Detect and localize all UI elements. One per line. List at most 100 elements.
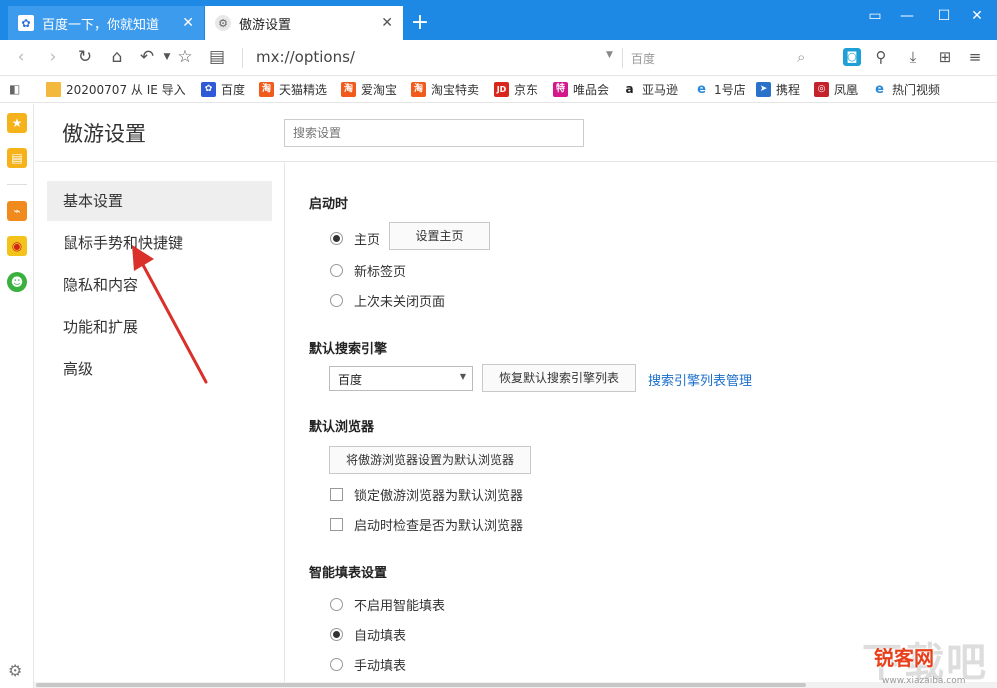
page-title: 傲游设置 xyxy=(62,122,146,146)
option-label: 主页 xyxy=(354,233,381,248)
translate-icon[interactable]: ⚲ xyxy=(870,46,892,68)
bookmark-item[interactable]: 20200707 从 IE 导入 xyxy=(46,81,186,98)
new-tab-button[interactable]: + xyxy=(410,9,430,37)
watermark: 下载吧 锐客网 www.xiazaiba.com xyxy=(862,630,992,688)
extensions-icon[interactable]: ⊞ xyxy=(934,46,956,68)
bookmark-item[interactable]: e 1号店 xyxy=(694,81,746,98)
vip-icon: 特 xyxy=(553,82,568,97)
notes-icon[interactable]: ▤ xyxy=(7,148,27,168)
bookmark-item[interactable]: JD 京东 xyxy=(494,81,538,98)
default-browser-section-title: 默认浏览器 xyxy=(309,420,375,435)
option-label: 新标签页 xyxy=(354,265,407,280)
watermark-badge: 锐客网 xyxy=(874,646,934,670)
bookmark-item[interactable]: e 热门视频 xyxy=(872,81,940,98)
bookmark-item[interactable]: 特 唯品会 xyxy=(553,81,609,98)
amazon-icon: a xyxy=(622,82,637,97)
autofill-option-disabled[interactable]: 不启用智能填表 xyxy=(330,595,445,614)
bookmark-item[interactable]: ◎ 凤凰 xyxy=(814,81,858,98)
divider xyxy=(622,48,623,68)
restore-search-engines-button[interactable]: 恢复默认搜索引擎列表 xyxy=(482,364,636,392)
bookmark-item[interactable]: a 亚马逊 xyxy=(622,81,678,98)
home-button[interactable]: ⌂ xyxy=(106,46,128,68)
bookmark-label: 20200707 从 IE 导入 xyxy=(66,83,186,97)
rss-icon[interactable]: ⌁ xyxy=(7,201,27,221)
bookmark-item[interactable]: 淘 淘宝特卖 xyxy=(411,81,479,98)
option-label: 手动填表 xyxy=(354,659,407,674)
sidebar-toggle-icon[interactable]: ◧ xyxy=(9,82,20,96)
bookmark-label: 凤凰 xyxy=(834,83,859,97)
url-input[interactable]: mx://options/ xyxy=(256,48,355,66)
close-icon[interactable]: ✕ xyxy=(381,15,393,31)
autofill-option-auto[interactable]: 自动填表 xyxy=(330,625,406,644)
bookmark-label: 淘宝特卖 xyxy=(431,83,480,97)
chat-icon[interactable]: ☻ xyxy=(7,272,27,292)
tab-list-icon[interactable]: ▭ xyxy=(864,8,886,24)
lock-default-browser-option[interactable]: 锁定傲游浏览器为默认浏览器 xyxy=(330,485,523,504)
bookmark-item[interactable]: 淘 爱淘宝 xyxy=(341,81,397,98)
url-dropdown-icon[interactable]: ▼ xyxy=(606,50,613,60)
forward-button[interactable]: › xyxy=(42,46,64,68)
close-icon[interactable]: ✕ xyxy=(182,15,194,31)
tab-bar: ✿ 百度一下，你就知道 ✕ ⚙ 傲游设置 ✕ + ▭ — ☐ ✕ xyxy=(0,0,997,40)
weibo-icon[interactable]: ◉ xyxy=(7,236,27,256)
startup-option-last-session[interactable]: 上次未关闭页面 xyxy=(330,291,445,310)
set-home-button[interactable]: 设置主页 xyxy=(389,222,490,250)
menu-icon[interactable]: ≡ xyxy=(964,46,986,68)
option-label: 上次未关闭页面 xyxy=(354,295,446,310)
check-default-browser-option[interactable]: 启动时检查是否为默认浏览器 xyxy=(330,515,523,534)
checkbox[interactable] xyxy=(330,518,343,531)
bookmark-label: 京东 xyxy=(514,83,539,97)
search-engine-select[interactable]: 百度 ▼ xyxy=(329,366,473,391)
radio-button[interactable] xyxy=(330,264,343,277)
search-input[interactable]: 百度 xyxy=(631,50,655,67)
divider xyxy=(35,161,997,162)
option-label: 自动填表 xyxy=(354,629,407,644)
maximize-button[interactable]: ☐ xyxy=(933,8,955,24)
radio-button[interactable] xyxy=(330,658,343,671)
back-button[interactable]: ‹ xyxy=(10,46,32,68)
radio-button[interactable] xyxy=(330,628,343,641)
close-window-button[interactable]: ✕ xyxy=(966,8,988,24)
minimize-button[interactable]: — xyxy=(896,8,918,24)
tab-baidu[interactable]: ✿ 百度一下，你就知道 ✕ xyxy=(8,6,204,40)
favorites-star-icon[interactable]: ★ xyxy=(7,113,27,133)
baidu-paw-icon: ✿ xyxy=(18,15,34,31)
qr-icon[interactable]: ◙ xyxy=(843,48,861,66)
ie-icon: e xyxy=(694,82,709,97)
autofill-option-manual[interactable]: 手动填表 xyxy=(330,655,406,674)
scrollbar-thumb[interactable] xyxy=(36,683,806,687)
divider xyxy=(242,48,243,68)
ie-icon: e xyxy=(872,82,887,97)
set-default-browser-button[interactable]: 将傲游浏览器设置为默认浏览器 xyxy=(329,446,531,474)
startup-option-home[interactable]: 主页 xyxy=(330,229,380,248)
taobao-icon: 淘 xyxy=(341,82,356,97)
search-icon[interactable]: ⌕ xyxy=(797,48,805,66)
reader-mode-icon[interactable]: ▤ xyxy=(206,46,228,68)
bookmark-item[interactable]: ✿ 百度 xyxy=(201,81,245,98)
settings-search-input[interactable] xyxy=(284,119,584,147)
manage-search-engines-link[interactable]: 搜索引擎列表管理 xyxy=(648,370,752,389)
favorite-star-icon[interactable]: ☆ xyxy=(174,46,196,68)
settings-gear-icon[interactable]: ⚙ xyxy=(8,661,22,680)
bookmark-label: 唯品会 xyxy=(573,83,610,97)
download-icon[interactable]: ⤓ xyxy=(902,46,924,68)
folder-icon xyxy=(46,82,61,97)
tab-title: 傲游设置 xyxy=(239,17,292,33)
option-label: 启动时检查是否为默认浏览器 xyxy=(354,519,524,534)
radio-button[interactable] xyxy=(330,232,343,245)
undo-close-button[interactable]: ↶ xyxy=(136,46,158,68)
refresh-button[interactable]: ↻ xyxy=(74,46,96,68)
annotation-arrow-icon xyxy=(132,245,208,384)
bookmark-item[interactable]: ➤ 携程 xyxy=(756,81,800,98)
side-panel: ★ ▤ ⌁ ◉ ☻ ⚙ xyxy=(0,104,34,688)
chevron-down-icon: ▼ xyxy=(459,372,466,381)
tab-settings[interactable]: ⚙ 傲游设置 ✕ xyxy=(205,6,403,40)
radio-button[interactable] xyxy=(330,294,343,307)
divider xyxy=(7,184,27,185)
nav-basic-settings[interactable]: 基本设置 xyxy=(47,181,272,221)
startup-option-new-tab[interactable]: 新标签页 xyxy=(330,261,406,280)
bookmark-item[interactable]: 淘 天猫精选 xyxy=(259,81,327,98)
ifeng-icon: ◎ xyxy=(814,82,829,97)
checkbox[interactable] xyxy=(330,488,343,501)
radio-button[interactable] xyxy=(330,598,343,611)
